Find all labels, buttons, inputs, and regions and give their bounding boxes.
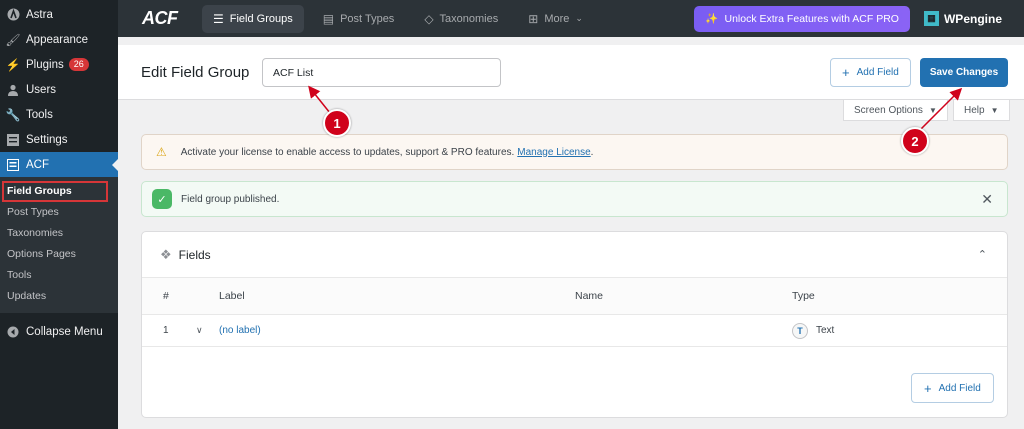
grid-icon: ⊞: [528, 11, 539, 26]
license-notice: ⚠ Activate your license to enable access…: [141, 134, 1008, 170]
fields-table-header: # Label Name Type: [142, 278, 1007, 315]
chevron-down-icon: ⌄: [575, 13, 583, 23]
submenu-updates[interactable]: Updates: [0, 286, 118, 307]
fields-panel-header[interactable]: ❖ Fields ⌃: [142, 232, 1007, 278]
add-field-label: Add Field: [856, 67, 899, 78]
license-notice-end: .: [590, 146, 594, 158]
text-type-icon: T: [792, 322, 808, 339]
document-icon: ▤: [322, 11, 335, 26]
submenu-taxonomies[interactable]: Taxonomies: [0, 223, 118, 244]
screen-options-label: Screen Options: [854, 104, 923, 116]
submenu-post-types[interactable]: Post Types: [0, 202, 118, 223]
tab-label: More: [544, 12, 570, 25]
wpengine-logo[interactable]: ▦ WPengine: [923, 11, 1002, 26]
sidebar-item-astra[interactable]: Astra: [0, 2, 118, 27]
acf-topbar: ACF ☰ Field Groups ▤ Post Types ◇ Taxono…: [118, 0, 1024, 37]
puzzle-icon: ❖: [160, 246, 172, 262]
field-type-label: Text: [816, 325, 835, 336]
tab-more[interactable]: ⊞ More ⌄: [517, 5, 594, 33]
acf-icon: [6, 158, 20, 172]
save-changes-button[interactable]: Save Changes: [920, 58, 1008, 87]
submenu-tools[interactable]: Tools: [0, 265, 118, 286]
sidebar-item-plugins[interactable]: ⚡ Plugins 26: [0, 52, 118, 77]
add-field-button[interactable]: + Add Field: [830, 58, 911, 87]
wpengine-label: WPengine: [943, 11, 1002, 26]
edit-header: Edit Field Group + Add Field Save Change…: [118, 45, 1024, 100]
check-icon: ✓: [152, 189, 172, 209]
sidebar-item-label: Plugins: [26, 58, 64, 71]
wrench-icon: 🔧: [5, 107, 21, 122]
unlock-pro-button[interactable]: ✨ Unlock Extra Features with ACF PRO: [694, 5, 910, 32]
sidebar-item-label: Tools: [26, 108, 53, 121]
column-number: #: [163, 290, 169, 302]
tab-label: Field Groups: [229, 12, 293, 25]
collapse-menu-button[interactable]: Collapse Menu: [0, 319, 118, 344]
plugins-update-badge: 26: [68, 58, 89, 71]
tab-label: Taxonomies: [439, 12, 499, 25]
collapse-menu-label: Collapse Menu: [26, 325, 103, 338]
plus-icon: +: [924, 380, 932, 396]
acf-logo[interactable]: ACF: [142, 8, 202, 29]
tab-label: Post Types: [340, 12, 395, 25]
annotation-marker-two: 2: [901, 127, 929, 155]
chevron-down-icon[interactable]: ∨: [196, 325, 203, 336]
tag-icon: ◇: [424, 11, 434, 26]
help-label: Help: [964, 104, 985, 116]
field-type: T Text: [792, 322, 835, 339]
sidebar-item-acf[interactable]: ACF: [0, 152, 118, 177]
manage-license-link[interactable]: Manage License: [517, 147, 590, 158]
column-name: Name: [575, 290, 604, 302]
tab-field-groups[interactable]: ☰ Field Groups: [202, 4, 304, 33]
table-row[interactable]: 1 ∨ (no label) T Text: [142, 315, 1007, 347]
sidebar-item-settings[interactable]: Settings: [0, 127, 118, 152]
submenu-options-pages[interactable]: Options Pages: [0, 244, 118, 265]
field-group-title-input[interactable]: [262, 58, 501, 87]
astra-icon: [6, 8, 20, 22]
wpengine-grid-icon: ▦: [923, 11, 939, 26]
caret-down-icon: ▼: [928, 105, 937, 115]
column-label: Label: [219, 290, 245, 302]
caret-down-icon: ▼: [990, 105, 999, 115]
sidebar-item-label: ACF: [26, 158, 49, 171]
admin-sidebar: Astra 🖌 Appearance ⚡ Plugins 26 Users 🔧 …: [0, 0, 118, 429]
add-field-button-bottom[interactable]: + Add Field: [911, 373, 994, 403]
close-icon[interactable]: ✕: [981, 191, 993, 208]
submenu-field-groups[interactable]: Field Groups: [2, 181, 108, 202]
unlock-icon: ✨: [705, 13, 719, 25]
tab-post-types[interactable]: ▤ Post Types: [312, 5, 406, 33]
acf-submenu: Field Groups Post Types Taxonomies Optio…: [0, 177, 118, 313]
plus-icon: +: [842, 65, 850, 80]
sidebar-item-label: Users: [26, 83, 57, 96]
screen-options-toggle[interactable]: Screen Options ▼: [843, 100, 948, 121]
field-label-link[interactable]: (no label): [219, 325, 261, 336]
sidebar-item-label: Settings: [26, 133, 68, 146]
license-notice-text: Activate your license to enable access t…: [180, 146, 515, 158]
column-type: Type: [792, 290, 815, 302]
annotation-marker-one: 1: [323, 109, 351, 137]
brush-icon: 🖌: [5, 32, 21, 47]
plug-icon: ⚡: [5, 57, 21, 72]
sidebar-item-label: Appearance: [26, 33, 89, 46]
help-toggle[interactable]: Help ▼: [953, 100, 1010, 121]
page-title: Edit Field Group: [141, 64, 250, 81]
add-field-label: Add Field: [938, 382, 981, 394]
field-order-number: 1: [163, 325, 169, 336]
published-notice-text: Field group published.: [181, 193, 280, 205]
tab-taxonomies[interactable]: ◇ Taxonomies: [413, 5, 509, 33]
sliders-icon: [6, 133, 20, 147]
fields-panel: ❖ Fields ⌃ # Label Name Type 1 ∨ (no lab…: [141, 231, 1008, 418]
sidebar-item-users[interactable]: Users: [0, 77, 118, 102]
published-notice: ✓ Field group published. ✕: [141, 181, 1008, 217]
sidebar-item-label: Astra: [26, 8, 53, 21]
sidebar-item-tools[interactable]: 🔧 Tools: [0, 102, 118, 127]
user-icon: [6, 83, 20, 97]
sidebar-item-appearance[interactable]: 🖌 Appearance: [0, 27, 118, 52]
fields-panel-title: Fields: [178, 247, 211, 262]
chevron-up-icon[interactable]: ⌃: [978, 248, 987, 261]
list-icon: ☰: [213, 11, 224, 26]
unlock-pro-label: Unlock Extra Features with ACF PRO: [724, 12, 899, 25]
collapse-arrow-icon: [6, 325, 20, 339]
warning-icon: ⚠: [156, 145, 167, 159]
